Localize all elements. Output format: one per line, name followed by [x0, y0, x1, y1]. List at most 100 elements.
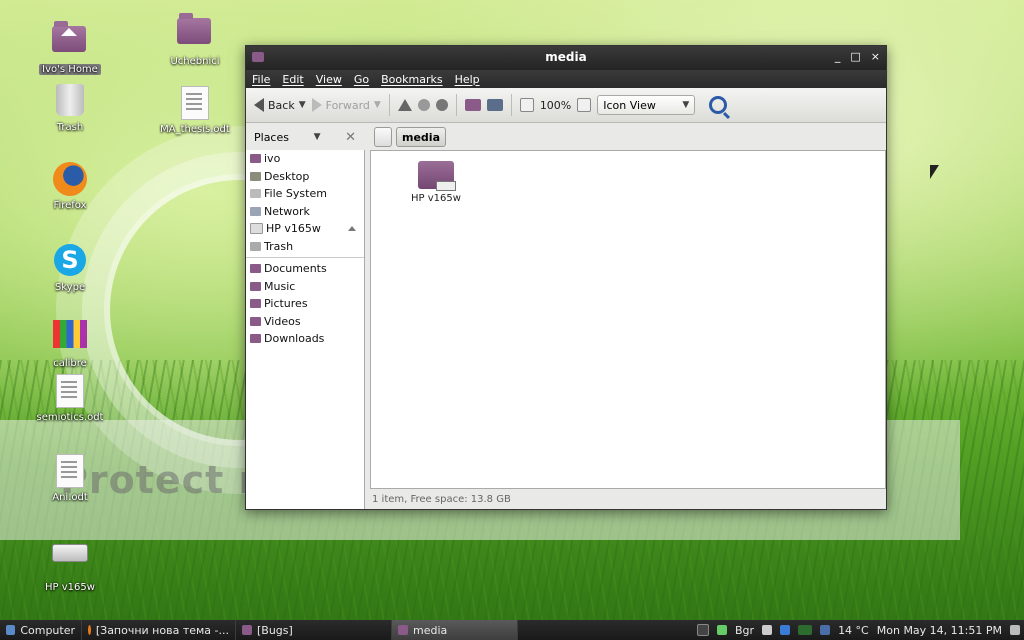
sidebar-item-label: File System: [264, 187, 327, 201]
desktop-icon-calibre[interactable]: calibre: [25, 316, 115, 369]
sidebar-item-hp-drive[interactable]: HP v165w: [246, 220, 364, 238]
home-folder-icon: [52, 21, 86, 52]
desktop-icon-uchebnici[interactable]: Uchebnici: [150, 12, 240, 67]
sidebar-item-label: Trash: [264, 239, 294, 253]
desktop-icon-ani[interactable]: Ani.odt: [25, 452, 115, 503]
computer-button[interactable]: [486, 99, 503, 111]
firefox-icon: [88, 625, 91, 635]
taskbar-item-bugs[interactable]: [Bugs]: [236, 620, 392, 640]
places-label: Places: [254, 130, 289, 144]
sidebar-item-label: Pictures: [264, 297, 308, 311]
desktop-icon-hp-drive[interactable]: HP v165w: [25, 532, 115, 593]
harddisk-icon: [250, 189, 261, 199]
file-view[interactable]: HP v165w: [370, 150, 886, 489]
zoom-in-button[interactable]: [577, 98, 592, 112]
toolbar-separator: [455, 94, 457, 116]
close-button[interactable]: ×: [871, 50, 880, 63]
chevron-down-icon[interactable]: ▼: [299, 100, 306, 110]
update-icon[interactable]: [717, 625, 727, 635]
forward-button[interactable]: Forward ▼: [311, 98, 381, 112]
menu-view[interactable]: View: [316, 73, 342, 86]
sidebar-item-file-system[interactable]: File System: [246, 185, 364, 203]
clock[interactable]: Mon May 14, 11:51 PM: [877, 624, 1002, 637]
maximize-button[interactable]: □: [850, 50, 860, 63]
menu-file[interactable]: File: [252, 73, 270, 86]
system-tray: Bgr 14 °C Mon May 14, 11:51 PM: [697, 624, 1024, 637]
taskbar-item-firefox[interactable]: [Започни нова тема -...: [82, 620, 236, 640]
keyboard-layout[interactable]: Bgr: [735, 624, 754, 637]
file-label: HP v165w: [411, 193, 461, 204]
desktop-icon-semiotics[interactable]: semiotics.odt: [25, 372, 115, 423]
places-sidebar: ivo Desktop File System Network HP v165w…: [246, 150, 365, 509]
network-signal-icon[interactable]: [780, 625, 791, 635]
sidebar-item-downloads[interactable]: Downloads: [246, 330, 364, 348]
desktop-icon-label: Skype: [54, 282, 86, 293]
search-icon: [709, 96, 728, 114]
folder-icon: [242, 625, 252, 635]
location-bar: Places ▼ ✕ media: [246, 123, 886, 151]
sidebar-item-home[interactable]: ivo: [246, 150, 364, 168]
window-titlebar[interactable]: media _ □ ×: [246, 46, 886, 70]
desktop-icon-home[interactable]: Ivo's Home: [25, 20, 115, 75]
places-selector[interactable]: Places ▼ ✕: [246, 130, 364, 145]
menu-edit[interactable]: Edit: [282, 73, 303, 86]
weather-temperature[interactable]: 14 °C: [838, 624, 869, 637]
up-button[interactable]: [397, 99, 412, 111]
folder-icon: [250, 264, 261, 274]
search-button[interactable]: [709, 96, 728, 114]
volume-icon[interactable]: [762, 625, 773, 635]
desktop-icon-trash[interactable]: Trash: [25, 82, 115, 133]
taskbar-item-label: [Започни нова тема -...: [95, 623, 229, 637]
path-button-media[interactable]: media: [396, 127, 446, 147]
document-icon: [56, 454, 84, 488]
sidebar-item-label: Downloads: [264, 332, 325, 346]
desktop-icon-ma-thesis[interactable]: MA_thesis.odt: [150, 84, 240, 135]
window-body: ivo Desktop File System Network HP v165w…: [246, 150, 886, 509]
terminal-icon[interactable]: [697, 624, 709, 636]
back-button[interactable]: Back ▼: [254, 98, 306, 112]
skype-icon: S: [54, 244, 86, 276]
folder-icon: [250, 299, 261, 309]
taskbar-item-media[interactable]: media: [392, 620, 518, 640]
menu-help[interactable]: Help: [455, 73, 480, 86]
forward-arrow-icon: [311, 98, 322, 112]
desktop-icon-label: Ani.odt: [52, 492, 88, 503]
sidebar-item-music[interactable]: Music: [246, 278, 364, 296]
file-manager-window: media _ □ × File Edit View Go Bookmarks …: [245, 45, 887, 510]
reload-icon: [435, 99, 448, 111]
close-sidebar-icon[interactable]: ✕: [345, 130, 356, 145]
sidebar-item-network[interactable]: Network: [246, 203, 364, 221]
chevron-down-icon[interactable]: ▼: [314, 132, 321, 142]
view-mode-value: Icon View: [603, 98, 656, 112]
workspace-switcher[interactable]: [798, 625, 813, 635]
stop-button[interactable]: [417, 99, 430, 111]
calibre-icon: [53, 320, 87, 348]
sidebar-item-pictures[interactable]: Pictures: [246, 295, 364, 313]
menu-go[interactable]: Go: [354, 73, 369, 86]
desktop-icon-skype[interactable]: S Skype: [25, 244, 115, 293]
computer-menu-button[interactable]: Computer: [0, 620, 82, 640]
chevron-down-icon[interactable]: ▼: [374, 100, 381, 110]
sidebar-separator: [246, 257, 364, 258]
sidebar-item-desktop[interactable]: Desktop: [246, 168, 364, 186]
desktop-icon-label: MA_thesis.odt: [160, 124, 230, 135]
eject-icon[interactable]: [348, 226, 356, 232]
sidebar-item-trash[interactable]: Trash: [246, 238, 364, 256]
file-item-hp-drive[interactable]: HP v165w: [401, 161, 471, 204]
sidebar-item-documents[interactable]: Documents: [246, 260, 364, 278]
desktop-icon: [250, 171, 261, 181]
minimize-button[interactable]: _: [835, 50, 841, 63]
zoom-out-button[interactable]: [519, 98, 534, 112]
power-icon[interactable]: [1010, 625, 1020, 635]
taskbar-item-label: media: [413, 623, 448, 637]
home-button[interactable]: [464, 99, 481, 111]
computer-icon: [6, 625, 16, 635]
toolbar-separator: [388, 94, 390, 116]
menu-bookmarks[interactable]: Bookmarks: [381, 73, 442, 86]
sidebar-item-videos[interactable]: Videos: [246, 313, 364, 331]
view-mode-select[interactable]: Icon View ▼: [597, 95, 696, 115]
reload-button[interactable]: [435, 99, 448, 111]
desktop-icon-firefox[interactable]: Firefox: [25, 162, 115, 211]
folder-icon: [398, 625, 408, 635]
path-root-button[interactable]: [374, 127, 392, 147]
